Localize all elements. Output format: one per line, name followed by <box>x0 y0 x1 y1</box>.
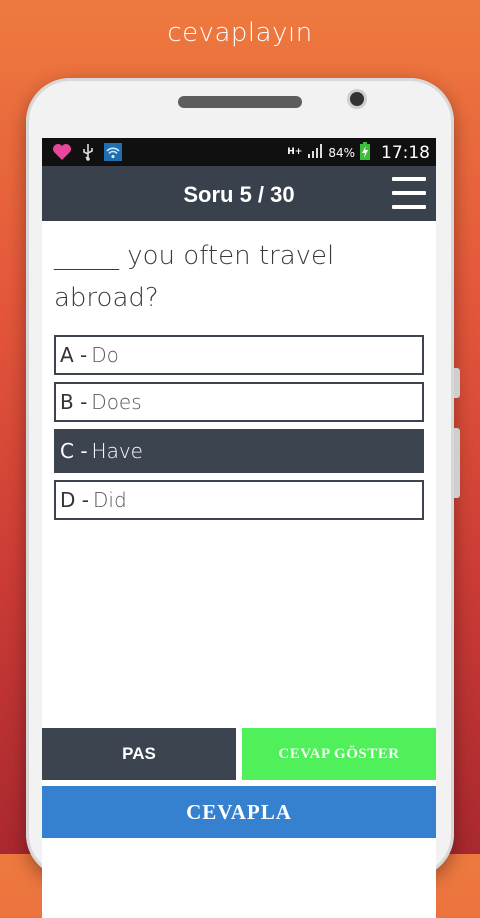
option-letter: B - <box>60 390 88 414</box>
option-a[interactable]: A - Do <box>54 335 424 375</box>
question-text: _____ you often travel abroad? <box>54 241 335 313</box>
options-list: A - Do B - Does C - Have D - Did <box>42 335 436 520</box>
network-type: H+ <box>287 147 303 157</box>
option-text: Have <box>91 439 143 463</box>
signal-icon <box>307 143 323 162</box>
option-text: Do <box>91 343 119 367</box>
option-text: Did <box>92 488 127 512</box>
app-bar: Soru 5 / 30 <box>42 166 436 221</box>
battery-level: 84% <box>328 145 355 160</box>
answer-button[interactable]: CEVAPLA <box>42 786 436 838</box>
volume-button <box>454 368 460 398</box>
pass-button[interactable]: PAS <box>42 728 236 780</box>
show-answer-button[interactable]: CEVAP GÖSTER <box>242 728 436 780</box>
phone-frame: H+ 84% 17:18 Soru 5 / 30 _____ you often… <box>26 78 460 918</box>
wifi-icon <box>104 143 122 165</box>
menu-icon[interactable] <box>392 177 426 209</box>
battery-charging-icon <box>360 142 370 163</box>
clock: 17:18 <box>381 142 430 163</box>
option-text: Does <box>91 390 142 414</box>
usb-icon <box>82 143 94 165</box>
option-letter: C - <box>60 439 88 463</box>
power-button <box>454 428 460 498</box>
option-b[interactable]: B - Does <box>54 382 424 422</box>
phone-camera <box>350 92 364 106</box>
promo-title: cevaplayın <box>167 18 313 48</box>
option-c[interactable]: C - Have <box>54 429 424 473</box>
option-letter: D - <box>60 488 89 512</box>
option-d[interactable]: D - Did <box>54 480 424 520</box>
heart-icon <box>52 143 72 165</box>
action-bar: PAS CEVAP GÖSTER <box>42 728 436 780</box>
app-screen: H+ 84% 17:18 Soru 5 / 30 _____ you often… <box>42 138 436 918</box>
phone-speaker <box>178 96 302 108</box>
option-letter: A - <box>60 343 88 367</box>
status-bar: H+ 84% 17:18 <box>42 138 436 166</box>
page-title: Soru 5 / 30 <box>183 182 295 207</box>
